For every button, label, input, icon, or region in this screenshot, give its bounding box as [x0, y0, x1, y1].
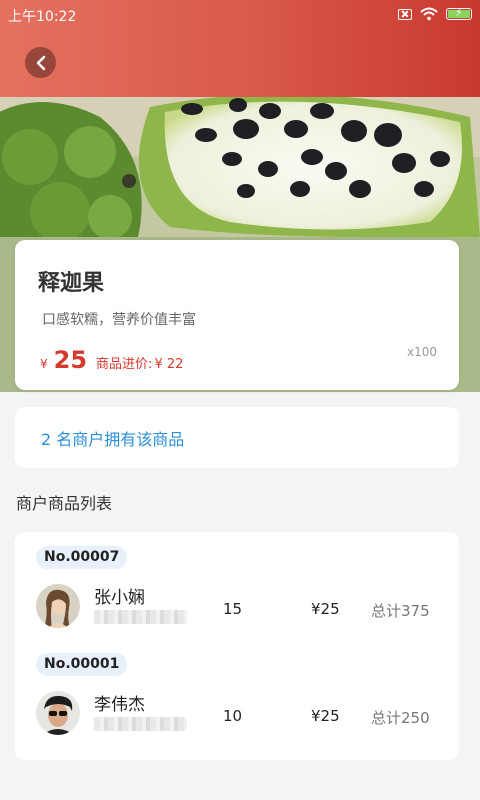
status-icons: ⚡ — [398, 6, 472, 21]
wifi-icon — [420, 7, 438, 21]
status-time: 上午10:22 — [8, 9, 77, 25]
merchant-total: 总计375 — [371, 602, 430, 620]
avatar — [36, 691, 80, 735]
merchant-quantity: 15 — [223, 600, 243, 618]
merchant-name: 李伟杰 — [94, 695, 145, 715]
merchant-quantity: 10 — [223, 707, 243, 725]
chevron-left-icon — [36, 55, 45, 70]
battery-charging-icon: ⚡ — [446, 6, 472, 20]
list-item[interactable]: No.00007 张小娴 15 ¥25 总计375 — [15, 532, 459, 632]
price-row: ¥ 25 商品进价: ¥ 22 — [40, 346, 183, 374]
merchant-price: ¥25 — [311, 600, 340, 618]
merchant-count-card[interactable]: 2 名商户拥有该商品 — [15, 407, 459, 468]
status-bar: 上午10:22 ⚡ — [0, 0, 480, 30]
price-currency: ¥ — [40, 357, 48, 371]
product-price: 25 — [53, 346, 88, 374]
no-sim-icon — [398, 8, 412, 20]
merchant-total: 总计250 — [371, 709, 430, 727]
cost-price-value: ¥ 22 — [154, 357, 184, 372]
merchant-number-badge: No.00001 — [36, 653, 128, 676]
merchant-phone-redacted — [94, 717, 187, 731]
section-title: 商户商品列表 — [16, 494, 113, 513]
merchant-price: ¥25 — [311, 707, 340, 725]
merchant-name: 张小娴 — [94, 588, 145, 608]
back-button[interactable] — [25, 47, 56, 78]
merchant-list: No.00007 张小娴 15 ¥25 总计375 No.00001 李伟杰 1… — [15, 532, 459, 760]
merchant-count-link[interactable]: 2 名商户拥有该商品 — [41, 426, 184, 450]
app-header: 上午10:22 ⚡ — [0, 0, 480, 97]
product-card: 释迦果 口感软糯，营养价值丰富 ¥ 25 商品进价: ¥ 22 x100 — [15, 240, 459, 390]
merchant-phone-redacted — [94, 610, 187, 624]
list-item[interactable]: No.00001 李伟杰 10 ¥25 总计250 — [15, 639, 459, 739]
avatar — [36, 584, 80, 628]
product-description: 口感软糯，营养价值丰富 — [42, 312, 196, 328]
cost-price-label: 商品进价: — [96, 357, 153, 372]
product-name: 释迦果 — [38, 271, 105, 296]
merchant-number-badge: No.00007 — [36, 546, 128, 569]
product-quantity: x100 — [406, 345, 437, 359]
